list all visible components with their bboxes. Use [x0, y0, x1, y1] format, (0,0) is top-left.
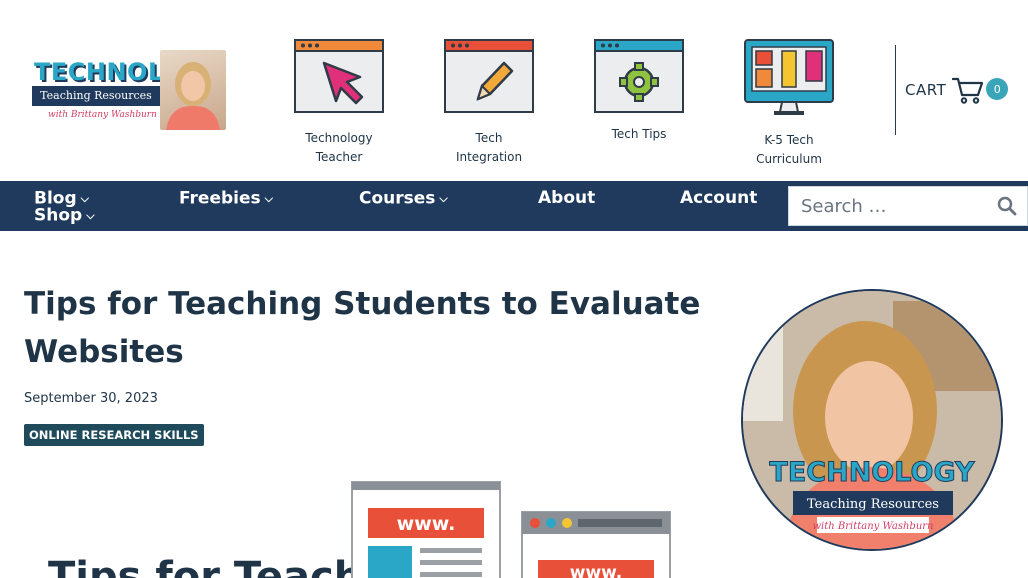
nav-icon-tech-integration[interactable]: Tech Integration	[444, 39, 534, 167]
nav-item-about[interactable]: About	[538, 190, 595, 207]
www-label: www.	[397, 513, 456, 535]
nav-item-label: About	[538, 188, 596, 208]
cart-button[interactable]: CART 0	[905, 76, 1009, 104]
nav-item-label: Account	[680, 188, 758, 208]
nav-icon-label: Tech Tips	[611, 127, 667, 141]
monitor-blocks-icon	[744, 39, 834, 115]
featured-image: Tips for Teaching www. www.	[0, 470, 700, 578]
search-icon[interactable]	[997, 196, 1017, 216]
post-date: September 30, 2023	[24, 391, 158, 406]
site-logo[interactable]: TECHNOLOGY Teaching Resources with Britt…	[28, 50, 226, 134]
nav-item-account[interactable]: Account	[680, 190, 757, 207]
search-input[interactable]	[799, 194, 993, 218]
logo-subtitle: Teaching Resources	[32, 86, 160, 106]
author-avatar: TECHNOLOGY Teaching Resources with Britt…	[741, 289, 1003, 551]
cart-count-badge: 0	[986, 78, 1009, 100]
chevron-down-icon: ⌵	[264, 192, 273, 205]
sidebar-logo-word: TECHNOLOGY	[769, 457, 975, 488]
sidebar-logo-byline: with Brittany Washburn	[813, 521, 934, 532]
chevron-down-icon: ⌵	[86, 209, 95, 222]
nav-icon-label: Tech Integration	[455, 131, 523, 164]
nav-icon-k5-curriculum[interactable]: K-5 Tech Curriculum	[744, 39, 834, 169]
sidebar-logo-subtitle: Teaching Resources	[807, 497, 939, 512]
logo-photo	[160, 50, 226, 130]
nav-icon-tech-tips[interactable]: Tech Tips	[594, 39, 684, 144]
header-divider	[895, 45, 896, 135]
nav-item-freebies[interactable]: Freebies ⌵	[179, 190, 273, 208]
chevron-down-icon: ⌵	[439, 192, 448, 205]
pencil-window-icon	[444, 39, 534, 113]
nav-item-label: Shop	[34, 205, 83, 226]
nav-icon-label: K-5 Tech Curriculum	[756, 133, 822, 166]
nav-icon-technology-teacher[interactable]: Technology Teacher	[294, 39, 384, 167]
nav-item-label: Courses	[359, 188, 436, 209]
category-badge[interactable]: ONLINE RESEARCH SKILLS	[24, 424, 204, 446]
shopping-cart-icon	[952, 77, 984, 104]
www-label: www.	[570, 563, 623, 578]
search-box	[788, 186, 1028, 226]
gear-window-icon	[594, 39, 684, 113]
chevron-down-icon: ⌵	[80, 192, 89, 205]
nav-item-courses[interactable]: Courses ⌵	[359, 190, 448, 208]
nav-item-label: Freebies	[179, 188, 261, 209]
logo-byline: with Brittany Washburn	[48, 110, 157, 120]
pointer-arrow-window-icon	[294, 39, 384, 113]
nav-item-shop[interactable]: Shop ⌵	[34, 207, 95, 225]
nav-icon-label: Technology Teacher	[305, 131, 373, 164]
cart-label: CART	[905, 81, 947, 99]
page-title: Tips for Teaching Students to Evaluate W…	[24, 286, 701, 370]
